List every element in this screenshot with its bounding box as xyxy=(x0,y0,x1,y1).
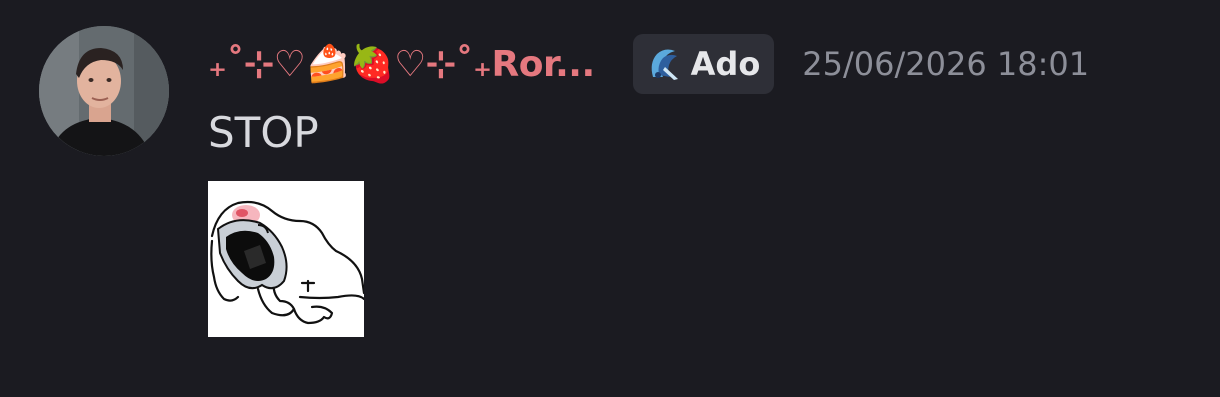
role-tag[interactable]: Ado xyxy=(632,34,775,94)
user-avatar[interactable] xyxy=(39,26,169,156)
author-name[interactable]: ₊˚⊹♡🍰🍓♡⊹˚₊Ror... xyxy=(208,43,595,85)
image-attachment[interactable] xyxy=(208,181,364,337)
message-text: STOP xyxy=(208,108,319,157)
avatar-photo-icon xyxy=(39,26,169,156)
message-timestamp[interactable]: 25/06/2026 18:01 xyxy=(802,45,1089,83)
chat-message: ₊˚⊹♡🍰🍓♡⊹˚₊Ror... Ado 25/06/2026 18:01 ST… xyxy=(0,0,1220,397)
role-label: Ado xyxy=(690,45,761,83)
screaming-doodle-image xyxy=(208,181,364,337)
ado-emblem-icon xyxy=(645,45,683,83)
message-header: ₊˚⊹♡🍰🍓♡⊹˚₊Ror... Ado 25/06/2026 18:01 xyxy=(208,30,1089,98)
